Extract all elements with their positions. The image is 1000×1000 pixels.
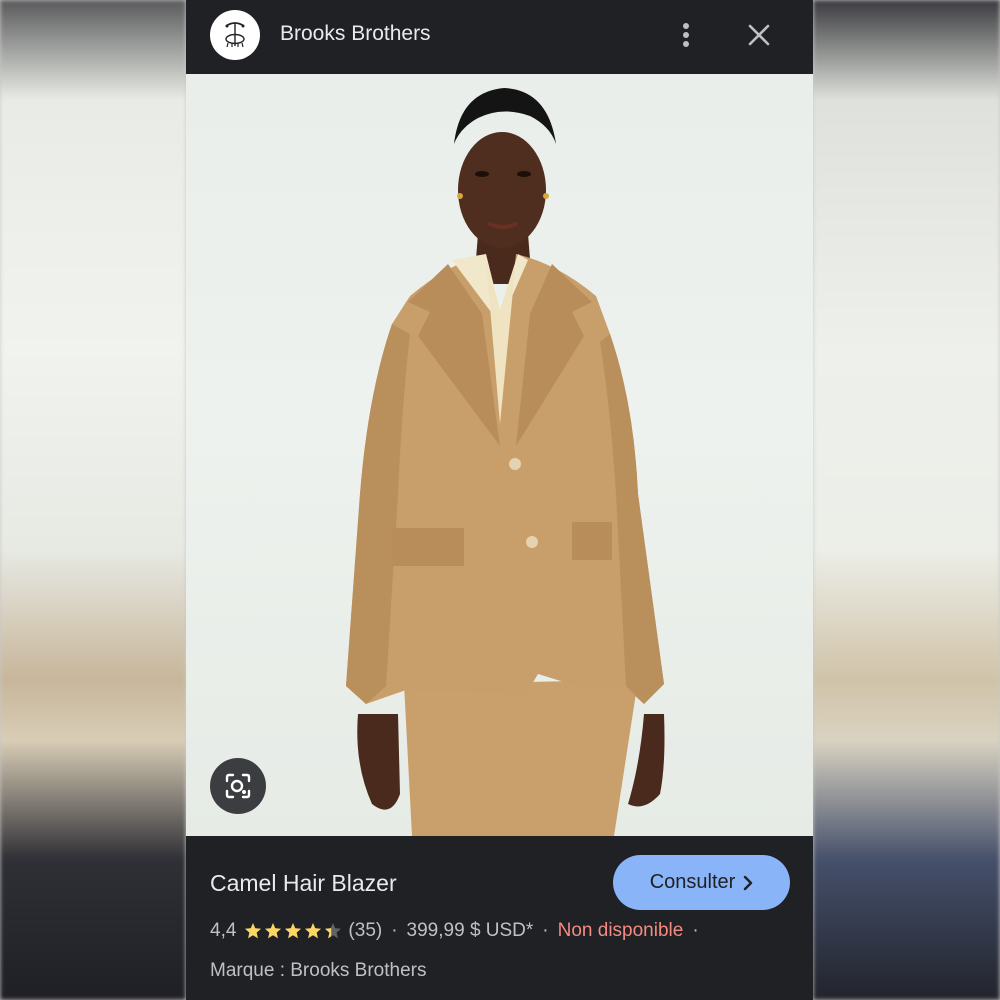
star-icon: [245, 923, 262, 939]
close-button[interactable]: [742, 18, 776, 52]
star-icon: [305, 923, 322, 939]
separator-dot: ·: [692, 920, 699, 941]
review-count: (35): [348, 920, 383, 941]
viewer-header: Brooks Brothers: [186, 0, 813, 74]
product-title[interactable]: Camel Hair Blazer: [210, 868, 397, 898]
separator-dot: ·: [542, 920, 549, 941]
image-viewer-panel: Brooks Brothers Camel Hair Blazer Consul…: [186, 0, 813, 1000]
more-options-button[interactable]: [672, 18, 700, 52]
lens-search-icon: [225, 773, 251, 799]
visit-button-label: Consulter: [649, 871, 736, 893]
golden-fleece-logo-icon: [210, 10, 260, 60]
site-name[interactable]: Brooks Brothers: [280, 20, 431, 48]
product-info: Camel Hair Blazer Consulter 4,4 (35) · 3…: [186, 836, 813, 1000]
separator-dot: ·: [391, 920, 398, 941]
blurred-backdrop-right: [813, 0, 1000, 1000]
visit-button[interactable]: Consulter: [613, 855, 790, 910]
rating-value: 4,4: [210, 920, 237, 941]
lens-search-button[interactable]: [210, 758, 266, 814]
availability-status: Non disponible: [557, 920, 684, 941]
price: 399,99 $ USD*: [406, 920, 534, 941]
brand-line: Marque : Brooks Brothers: [210, 960, 427, 981]
star-icon: [265, 923, 282, 939]
rating-stars: [244, 922, 344, 940]
blurred-backdrop-left: [0, 0, 186, 1000]
chevron-right-icon: [744, 875, 753, 890]
product-image[interactable]: [186, 74, 813, 836]
star-icon: [325, 923, 342, 939]
close-icon: [748, 24, 770, 46]
model-wearing-blazer-photo: [346, 88, 665, 836]
star-icon: [285, 923, 302, 939]
product-meta-row: 4,4 (35) · 399,99 $ USD* · Non disponibl…: [210, 918, 708, 944]
more-vert-icon: [683, 23, 689, 47]
